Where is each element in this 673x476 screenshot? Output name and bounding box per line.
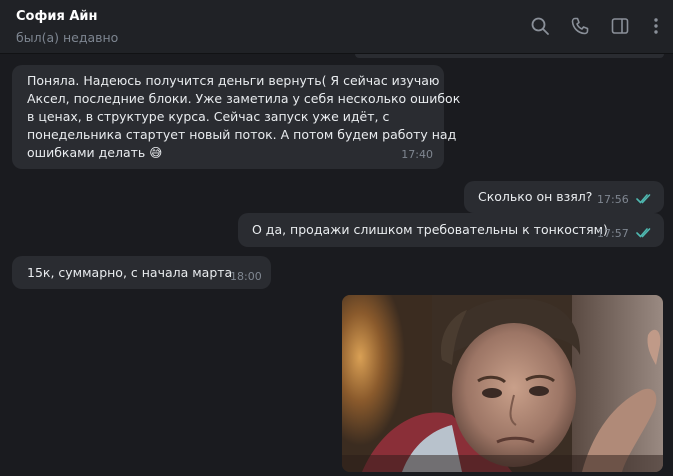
message-time: 17:40: [401, 148, 433, 161]
phone-icon[interactable]: [569, 15, 591, 37]
more-vertical-icon[interactable]: [645, 15, 667, 37]
message-line: Аксел, последние блоки. Уже заметила у с…: [27, 91, 461, 106]
contact-status: был(а) недавно: [16, 30, 119, 45]
double-check-icon: [636, 228, 651, 238]
message-time: 17:57: [597, 227, 629, 240]
previous-message-edge: [355, 54, 664, 58]
message-line: Поняла. Надеюсь получится деньги вернуть…: [27, 73, 440, 88]
message-time: 17:56: [597, 193, 629, 206]
message-outgoing[interactable]: О да, продажи слишком требовательны к то…: [238, 213, 664, 247]
message-incoming[interactable]: 15к, суммарно, с начала марта 18:00: [12, 256, 271, 289]
message-outgoing[interactable]: Сколько он взял? 17:56: [464, 181, 664, 213]
message-text: 15к, суммарно, с начала марта: [27, 265, 233, 280]
photo-image: [342, 295, 663, 472]
contact-name[interactable]: София Айн: [16, 9, 98, 24]
message-photo[interactable]: [342, 295, 663, 472]
message-time: 18:00: [230, 270, 262, 283]
message-line: понедельника стартует новый поток. А пот…: [27, 127, 457, 142]
sidebar-toggle-icon[interactable]: [609, 15, 631, 37]
double-check-icon: [636, 194, 651, 204]
message-incoming[interactable]: Поняла. Надеюсь получится деньги вернуть…: [12, 65, 461, 169]
chat-header: София Айн был(а) недавно: [0, 0, 673, 54]
message-text: Сколько он взял?: [478, 189, 593, 204]
search-icon[interactable]: [529, 15, 551, 37]
message-text: О да, продажи слишком требовательны к то…: [252, 222, 608, 237]
message-line: в ценах, в структуре курса. Сейчас запус…: [27, 109, 390, 124]
message-line: ошибками делать 😅: [27, 145, 163, 160]
